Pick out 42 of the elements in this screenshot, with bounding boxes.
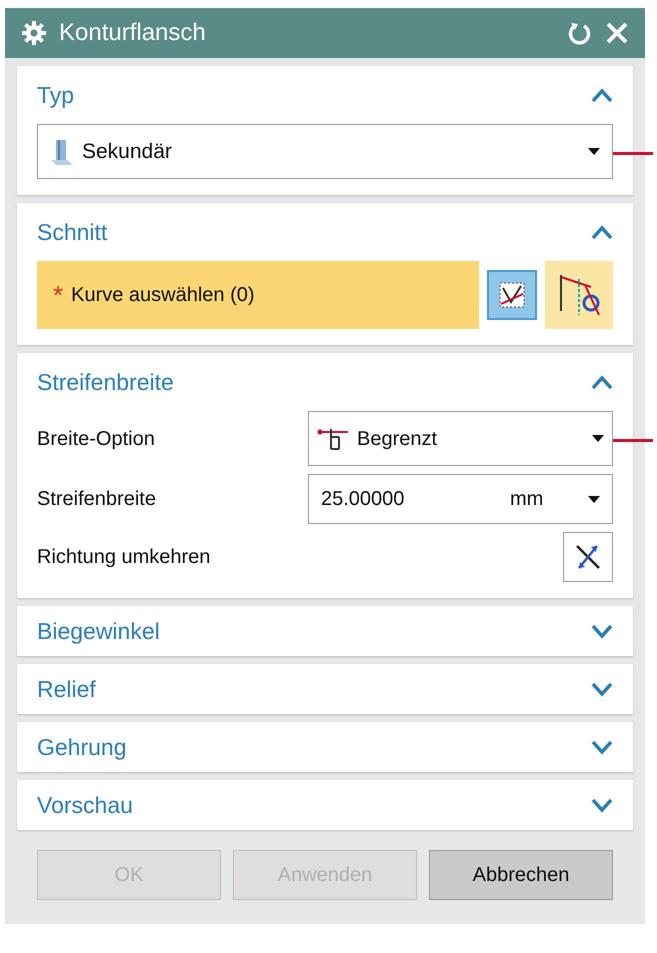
reverse-direction-button[interactable]: [563, 532, 613, 582]
close-icon[interactable]: [605, 21, 629, 45]
type-value: Sekundär: [82, 138, 173, 165]
dialog-button[interactable]: Abbrechen: [429, 850, 613, 900]
select-curve-button[interactable]: [487, 270, 537, 320]
curve-selection-field[interactable]: * Kurve auswählen (0): [37, 261, 479, 329]
selection-prompt: Kurve auswählen (0): [71, 283, 255, 308]
settings-icon: [21, 20, 47, 46]
bounded-width-icon: [317, 426, 349, 450]
dropdown-arrow-icon: [588, 496, 600, 502]
width-input-field[interactable]: 25.00000 mm: [308, 474, 613, 524]
section-title[interactable]: Biegewinkel: [37, 614, 591, 648]
reset-icon[interactable]: [567, 20, 593, 46]
select-curve-icon: [497, 280, 527, 310]
leader-line: [613, 438, 653, 442]
leader-line: [613, 152, 653, 154]
sketch-curve-button[interactable]: [545, 261, 613, 329]
unit-dropdown[interactable]: mm: [510, 484, 580, 514]
collapse-chevron-icon[interactable]: [591, 87, 613, 103]
expand-chevron-icon[interactable]: [591, 739, 613, 755]
section-title[interactable]: Relief: [37, 672, 591, 706]
expand-chevron-icon[interactable]: [591, 681, 613, 697]
type-dropdown[interactable]: Sekundär: [37, 124, 613, 179]
field-label: Richtung umkehren: [37, 545, 212, 570]
expand-chevron-icon[interactable]: [591, 797, 613, 813]
dropdown-arrow-icon: [588, 148, 600, 155]
width-option-dropdown[interactable]: Begrenzt: [308, 411, 613, 466]
width-value: 25.00000: [321, 487, 406, 512]
collapse-chevron-icon[interactable]: [591, 374, 613, 390]
section-title[interactable]: Vorschau: [37, 788, 591, 822]
window-title: Konturflansch: [59, 18, 207, 48]
field-label: Breite-Option: [37, 426, 156, 452]
field-label: Streifenbreite: [37, 487, 157, 512]
section-title[interactable]: Gehrung: [37, 730, 591, 764]
expand-chevron-icon[interactable]: [591, 623, 613, 639]
section-title[interactable]: Streifenbreite: [37, 364, 591, 400]
section-title[interactable]: Typ: [37, 78, 591, 112]
dropdown-arrow-icon: [592, 435, 604, 442]
section-title[interactable]: Schnitt: [37, 214, 591, 250]
required-mark: *: [53, 282, 64, 308]
width-option-value: Begrenzt: [357, 426, 438, 452]
collapse-chevron-icon[interactable]: [591, 224, 613, 240]
